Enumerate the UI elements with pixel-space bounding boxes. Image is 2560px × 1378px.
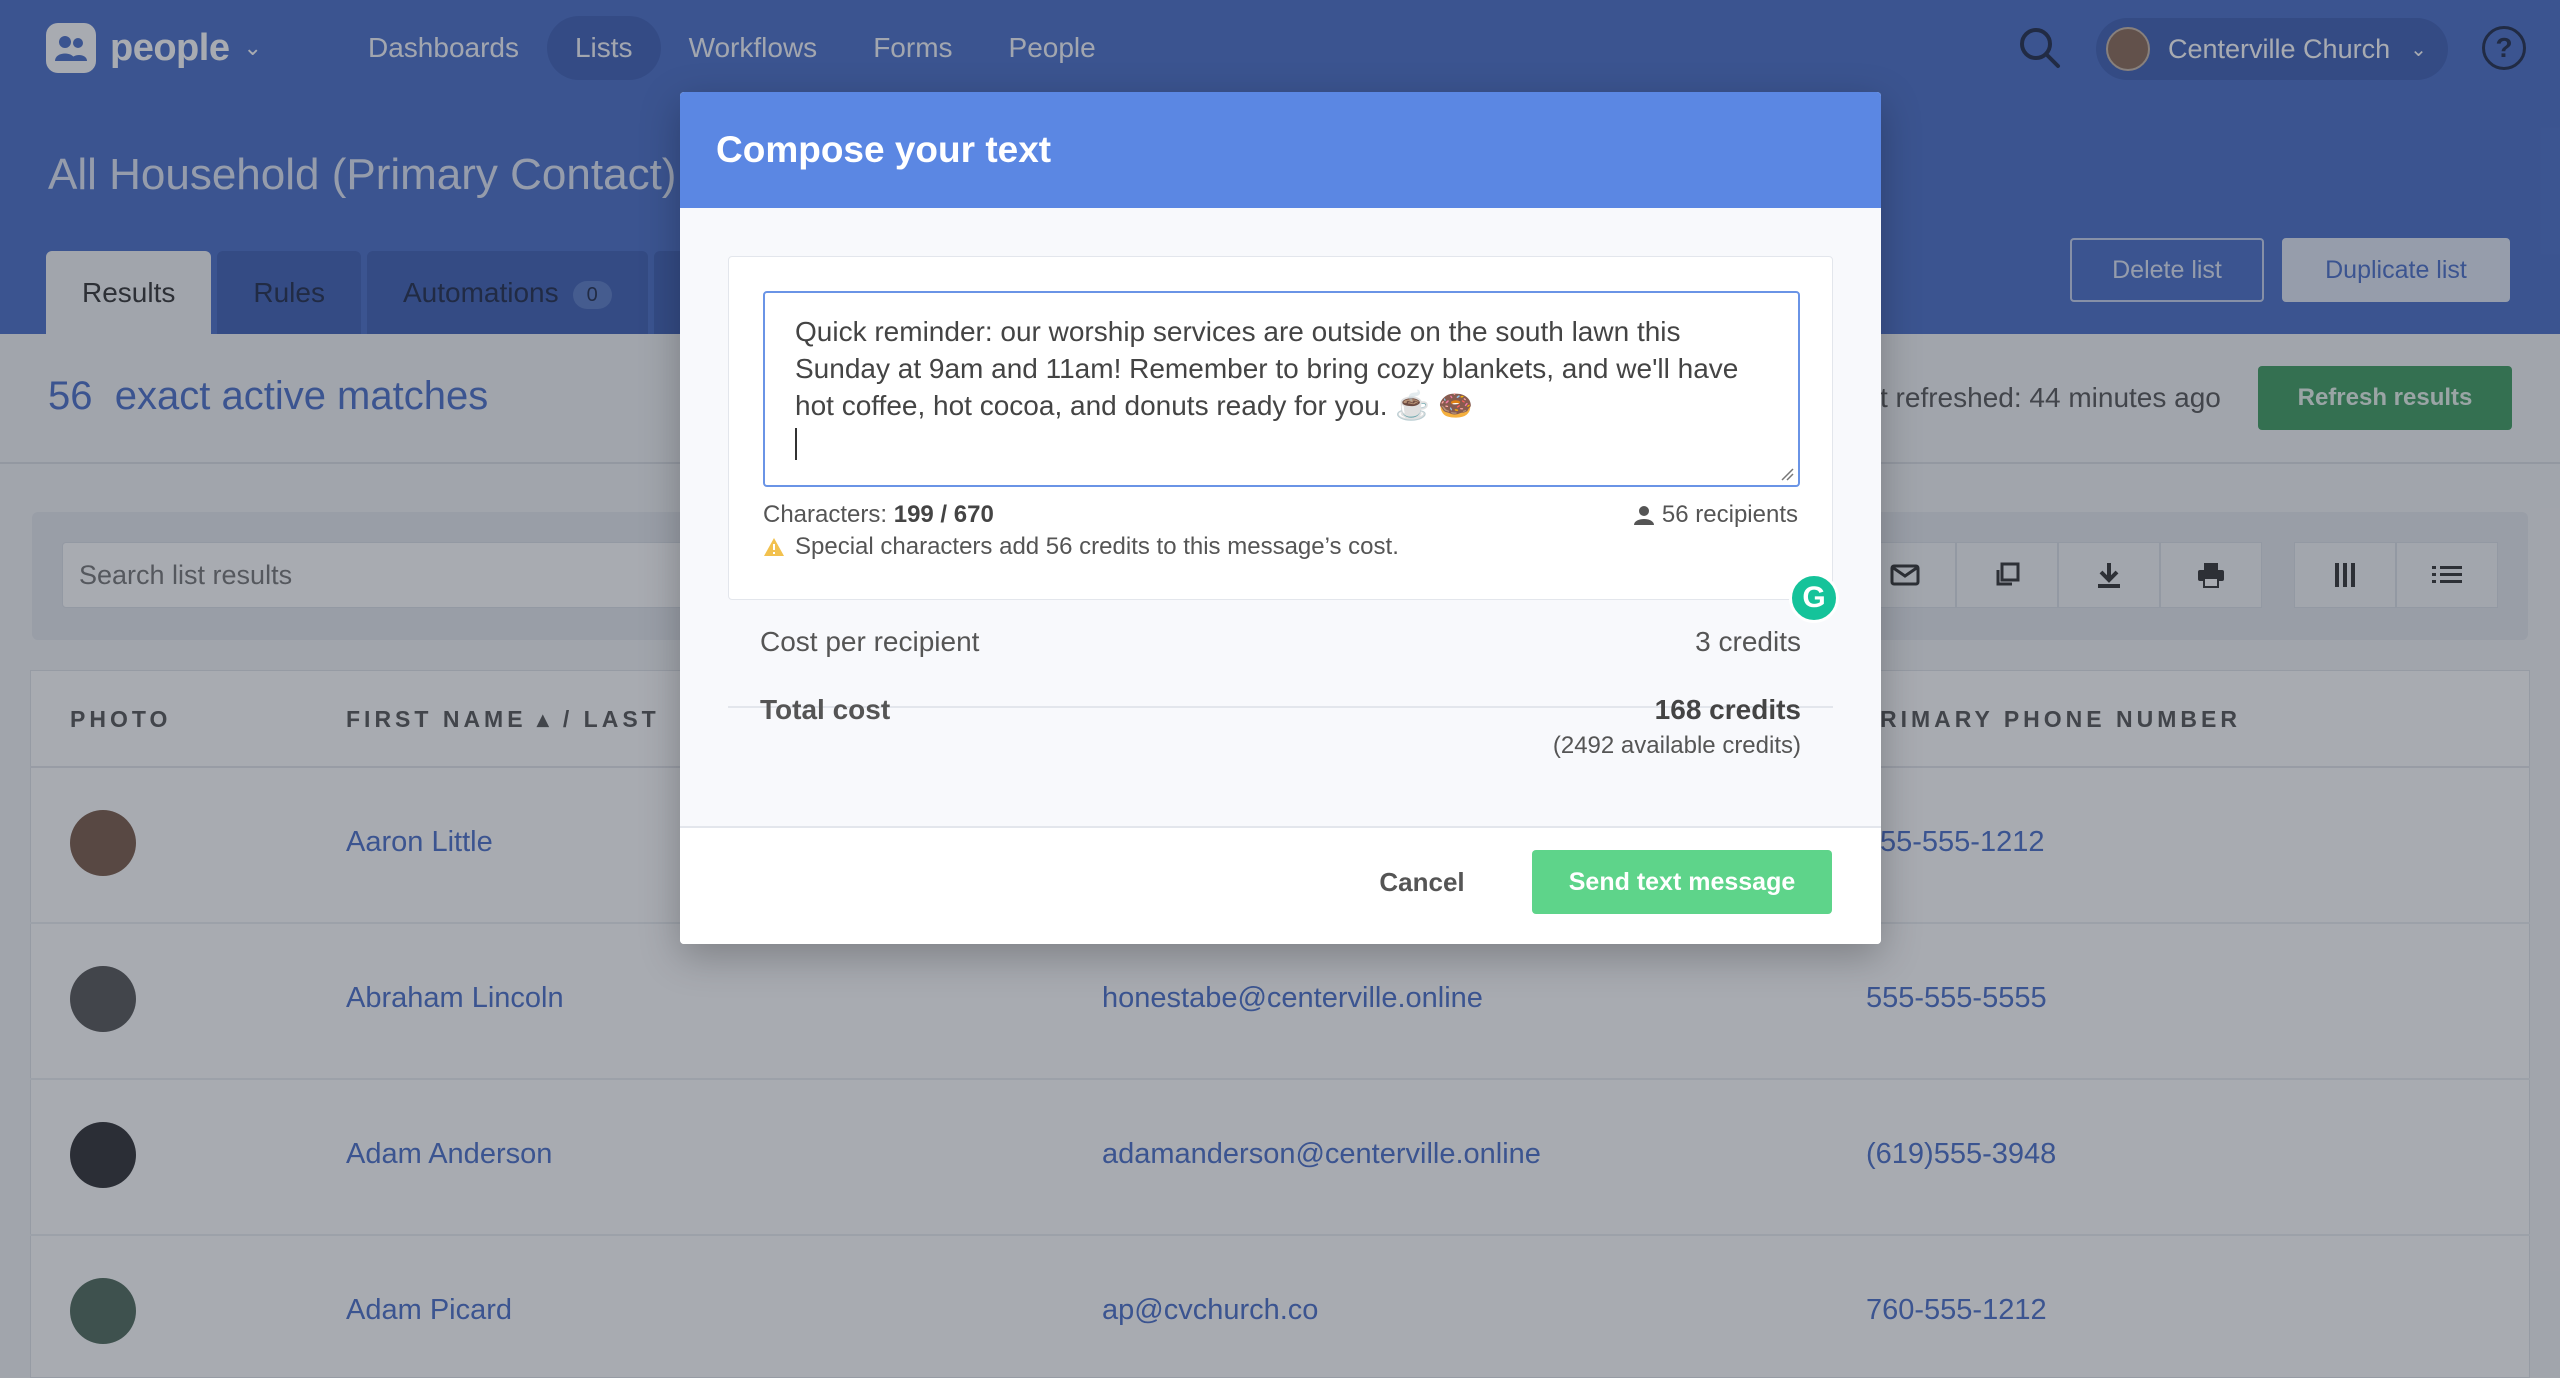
compose-card: Quick reminder: our worship services are… xyxy=(728,256,1839,623)
modal-body: Quick reminder: our worship services are… xyxy=(680,208,1881,826)
character-count-value: 199 / 670 xyxy=(893,501,994,528)
warning-icon xyxy=(764,538,784,556)
message-text: Quick reminder: our worship services are… xyxy=(795,316,1747,421)
modal-footer: Cancel Send text message xyxy=(680,826,1881,944)
recipient-count: 56 recipients xyxy=(1633,501,1798,529)
available-credits: (2492 available credits) xyxy=(1552,732,1801,759)
recipient-count-label: 56 recipients xyxy=(1661,501,1798,528)
compose-text-modal: Compose your text Quick reminder: our wo… xyxy=(680,92,1881,944)
special-characters-warning: Special characters add 56 credits to thi… xyxy=(763,533,1399,561)
send-text-message-button[interactable]: Send text message xyxy=(1532,850,1832,914)
person-icon xyxy=(1633,506,1654,525)
warning-text: Special characters add 56 credits to thi… xyxy=(795,533,1399,560)
character-count-label: Characters: xyxy=(763,501,888,528)
cancel-button[interactable]: Cancel xyxy=(1362,850,1482,914)
resize-handle-icon[interactable] xyxy=(1780,467,1794,481)
text-caret xyxy=(795,428,797,460)
total-cost-label: Total cost xyxy=(760,694,891,725)
total-cost-value: 168 credits xyxy=(1654,694,1801,725)
cost-per-recipient-label: Cost per recipient xyxy=(760,626,980,657)
message-textarea[interactable]: Quick reminder: our worship services are… xyxy=(763,291,1800,487)
cost-per-recipient-value: 3 credits xyxy=(1695,626,1801,657)
character-count: Characters: 199 / 670 xyxy=(763,501,994,529)
modal-title: Compose your text xyxy=(716,129,1052,170)
modal-header: Compose your text xyxy=(680,92,1881,208)
grammarly-icon[interactable]: G xyxy=(1789,573,1839,623)
